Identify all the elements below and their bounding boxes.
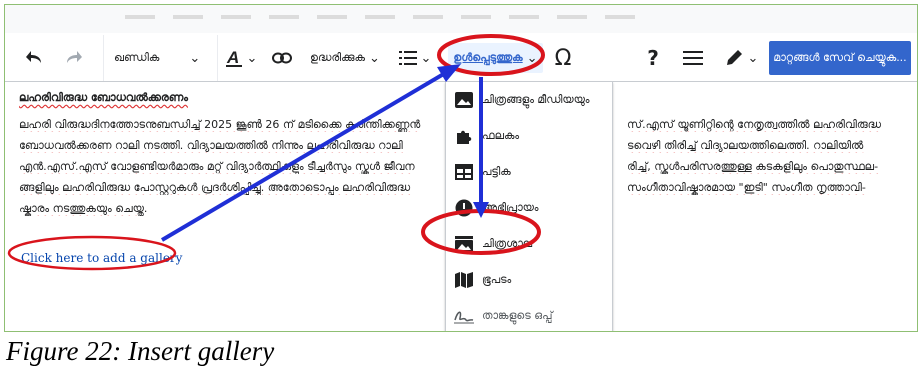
- svg-text:A: A: [226, 48, 239, 67]
- paragraph-line: ബോധവൽക്കരണ റാലി നടത്തി. വിദ്യാലയത്തിൽ നി…: [19, 139, 403, 152]
- text-style-icon: A: [225, 48, 242, 67]
- signature-icon: [454, 306, 474, 326]
- chevron-down-icon: ⌄: [246, 50, 258, 66]
- save-label: മാറ്റങ്ങൾ സേവ് ചെയ്യുക...: [773, 51, 907, 64]
- menu-item-map[interactable]: ഭൂപടം: [446, 262, 612, 298]
- paragraph-line: സംഗീതാവിഷ്കാരമായ "ഇടി" സംഗീത നൃത്താവി-: [627, 181, 866, 194]
- menu-item-gallery[interactable]: ചിത്രശാല: [446, 226, 612, 262]
- image-icon: [454, 90, 474, 110]
- menu-item-images-media[interactable]: ചിത്രങ്ങളും മീഡിയയും: [446, 82, 612, 118]
- menu-item-comment[interactable]: അഭിപ്രായം: [446, 190, 612, 226]
- paragraph-format-dropdown[interactable]: ഖണ്ഡിക ⌄: [103, 35, 215, 81]
- paragraph-line: രിച്ച്, സ്കൂൾപരിസരത്തുള്ള കടകളിലും പൊതുസ…: [627, 160, 879, 173]
- insert-dropdown[interactable]: ഉൾപ്പെടുത്തുക ⌄: [448, 43, 543, 73]
- paragraph-line: ങ്ങളിലും ലഹരിവിരുദ്ധ പോസ്റ്ററുകൾ പ്രദർശി…: [19, 181, 411, 194]
- cite-dropdown[interactable]: ഉദ്ധരിക്കുക ⌄: [305, 35, 385, 81]
- menu-item-label: ചിത്രങ്ങളും മീഡിയയും: [482, 93, 590, 106]
- menu-item-label: താങ്കളുടെ ഒപ്പ്: [482, 309, 553, 322]
- link-icon: [272, 52, 292, 64]
- menu-item-label: പട്ടിക: [482, 165, 511, 178]
- edit-mode-dropdown[interactable]: ⌄: [717, 35, 765, 81]
- paragraph-line: ലഹരി വിരുദ്ധദിനത്തോടനുബന്ധിച്ച് 2025 ജൂൺ…: [19, 118, 421, 131]
- puzzle-icon: [454, 126, 474, 146]
- chevron-down-icon: ⌄: [189, 50, 201, 66]
- bullet-list-icon: [398, 51, 417, 65]
- link-button[interactable]: [265, 35, 299, 81]
- editor-toolbar: ഖണ്ഡിക ⌄ A ⌄ ഉദ്ധരിക്കുക ⌄ ⌄ ഉൾപ്പെടുത്ത…: [5, 35, 917, 82]
- paragraph-line: സ്.എസ് യൂണിറ്റിന്റെ നേതൃത്വത്തിൽ ലഹരിവിര…: [627, 118, 882, 131]
- hamburger-menu-icon: [683, 51, 703, 65]
- menu-item-label: ഭൂപടം: [482, 273, 512, 286]
- save-changes-button[interactable]: മാറ്റങ്ങൾ സേവ് ചെയ്യുക...: [769, 41, 911, 75]
- page-options-button[interactable]: [675, 35, 711, 81]
- gallery-icon: [454, 234, 474, 254]
- help-icon: ?: [647, 46, 659, 70]
- format-label: ഖണ്ഡിക: [114, 51, 160, 64]
- chevron-down-icon: ⌄: [747, 50, 759, 66]
- undo-icon: [26, 51, 41, 63]
- section-heading: ലഹരിവിരുദ്ധ ബോധവൽക്കരണം: [19, 91, 188, 104]
- help-button[interactable]: ?: [637, 35, 669, 81]
- chevron-down-icon: ⌄: [526, 50, 538, 66]
- cite-label: ഉദ്ധരിക്കുക: [310, 51, 366, 64]
- menu-item-label: ചിത്രശാല: [482, 237, 533, 250]
- paragraph-line: ടവെഴി തിരിച്ച് വിദ്യാലയത്തിലെത്തി. റാലിയ…: [627, 139, 864, 152]
- insert-label: ഉൾപ്പെടുത്തുക: [453, 51, 523, 64]
- chevron-down-icon: ⌄: [420, 50, 432, 66]
- redo-icon: [67, 51, 82, 63]
- top-strip: [5, 5, 917, 33]
- map-icon: [454, 270, 474, 290]
- redo-button[interactable]: [55, 35, 91, 81]
- table-icon: [454, 162, 474, 182]
- menu-item-table[interactable]: പട്ടിക: [446, 154, 612, 190]
- menu-item-label: അഭിപ്രായം: [482, 201, 539, 214]
- menu-item-label: ഫലകം: [482, 129, 520, 142]
- add-gallery-hint: Click here to add a gallery: [21, 251, 183, 265]
- menu-item-template[interactable]: ഫലകം: [446, 118, 612, 154]
- figure-caption: Figure 22: Insert gallery: [6, 336, 275, 366]
- comment-icon: [454, 198, 474, 218]
- chevron-down-icon: ⌄: [369, 50, 380, 66]
- special-character-button[interactable]: Ω: [543, 35, 583, 81]
- list-dropdown[interactable]: ⌄: [389, 35, 441, 81]
- editor-window: ഖണ്ഡിക ⌄ A ⌄ ഉദ്ധരിക്കുക ⌄ ⌄ ഉൾപ്പെടുത്ത…: [4, 4, 918, 332]
- text-style-dropdown[interactable]: A ⌄: [217, 35, 264, 81]
- insert-menu: ചിത്രങ്ങളും മീഡിയയും ഫലകം പട്ടിക അഭിപ്രാ…: [445, 81, 613, 331]
- menu-item-signature[interactable]: താങ്കളുടെ ഒപ്പ്: [446, 298, 612, 331]
- paragraph-line: എൻ.എസ്.എസ് വോളണ്ടിയർമാരും മറ്റ് വിദ്യാർത…: [19, 160, 415, 173]
- pencil-icon: [726, 50, 742, 65]
- omega-icon: Ω: [554, 45, 572, 71]
- undo-button[interactable]: [17, 35, 53, 81]
- paragraph-line: ഷ്കാരം നടത്തുകയും ചെയ്തു.: [19, 202, 148, 215]
